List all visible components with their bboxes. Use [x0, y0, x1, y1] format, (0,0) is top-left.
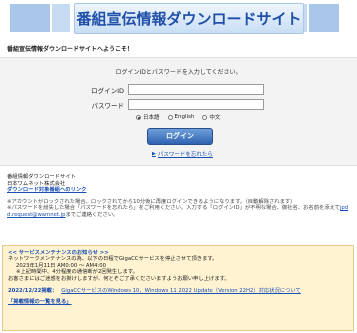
radio-selected-icon[interactable]	[136, 114, 141, 120]
support-email-link-part1[interactable]: jpd	[340, 205, 348, 211]
forgot-password-link[interactable]: ▶ パスワードを忘れたら	[152, 150, 213, 158]
language-option-chinese[interactable]: 中文	[202, 113, 220, 121]
forgot-note: ※パスワードを紛失した場合「パスワードを忘れたら」をご利用ください。入力する「ロ…	[7, 205, 352, 218]
forgot-note-tail: までご連絡ください。	[65, 211, 119, 218]
site-info: 番組情報ダウンロードサイト 日本ワムネット株式会社 ダウンロード対象番組へのリン…	[7, 174, 352, 219]
password-label: パスワード	[91, 102, 125, 110]
radio-icon[interactable]	[202, 114, 208, 120]
site-name: 番組情報ダウンロードサイト	[7, 174, 76, 180]
language-label: 日本語	[143, 115, 160, 121]
login-id-input[interactable]	[128, 84, 264, 95]
login-id-label: ログインID	[91, 87, 124, 95]
login-instruction: ログインIDとパスワードを入力してください。	[115, 69, 242, 76]
site-title-banner: 番組宣伝情報ダウンロードサイト	[74, 3, 304, 34]
maintenance-line: お客さまにはご迷惑をお掛けしますが、何とぞご了承くださいますようお願い申し上げま…	[8, 275, 230, 282]
arrow-right-icon: ▶	[152, 151, 156, 157]
program-link[interactable]: ダウンロード対象番組へのリンク	[7, 187, 352, 194]
language-selector: 日本語 English 中文	[136, 113, 220, 121]
site-header: 番組宣伝情報ダウンロードサイト	[0, 0, 357, 36]
news-item: 2022/12/22掲載： GigaCCサービスのWindows 10、Wind…	[8, 288, 348, 294]
header-decoration-right	[309, 4, 339, 32]
language-option-japanese[interactable]: 日本語	[136, 113, 160, 121]
support-email-link-part2[interactable]: d.request@wamnet.jp	[7, 212, 65, 218]
language-label: English	[174, 114, 195, 120]
forgot-note-text: ※パスワードを紛失した場合「パスワードを忘れたら」をご利用ください。入力する「ロ…	[7, 205, 340, 212]
site-title: 番組宣伝情報ダウンロードサイト	[76, 10, 302, 28]
maintenance-notice: << サービスメンテナンスのお知らせ >> ネットワークメンテナンスの為、以下の…	[2, 245, 354, 331]
news-link[interactable]: GigaCCサービスのWindows 10、Windows 11 2022 Up…	[61, 288, 301, 294]
forgot-password-label: パスワードを忘れたら	[157, 152, 213, 158]
login-panel: ログインIDとパスワードを入力してください。 ログインID パスワード 日本語 …	[0, 57, 357, 166]
news-list-link[interactable]: 「掲載情報の一覧を見る」	[8, 299, 348, 305]
welcome-text: 番組宣伝情報ダウンロードサイトへようこそ！	[7, 46, 134, 53]
header-decoration-left	[10, 4, 50, 32]
header-decoration-left-inner	[52, 4, 70, 32]
language-option-english[interactable]: English	[167, 114, 195, 120]
language-label: 中文	[209, 115, 221, 121]
radio-icon[interactable]	[167, 114, 173, 120]
password-input[interactable]	[128, 99, 264, 110]
login-button[interactable]: ログイン	[147, 128, 213, 145]
news-date: 2022/12/22掲載：	[8, 288, 58, 295]
